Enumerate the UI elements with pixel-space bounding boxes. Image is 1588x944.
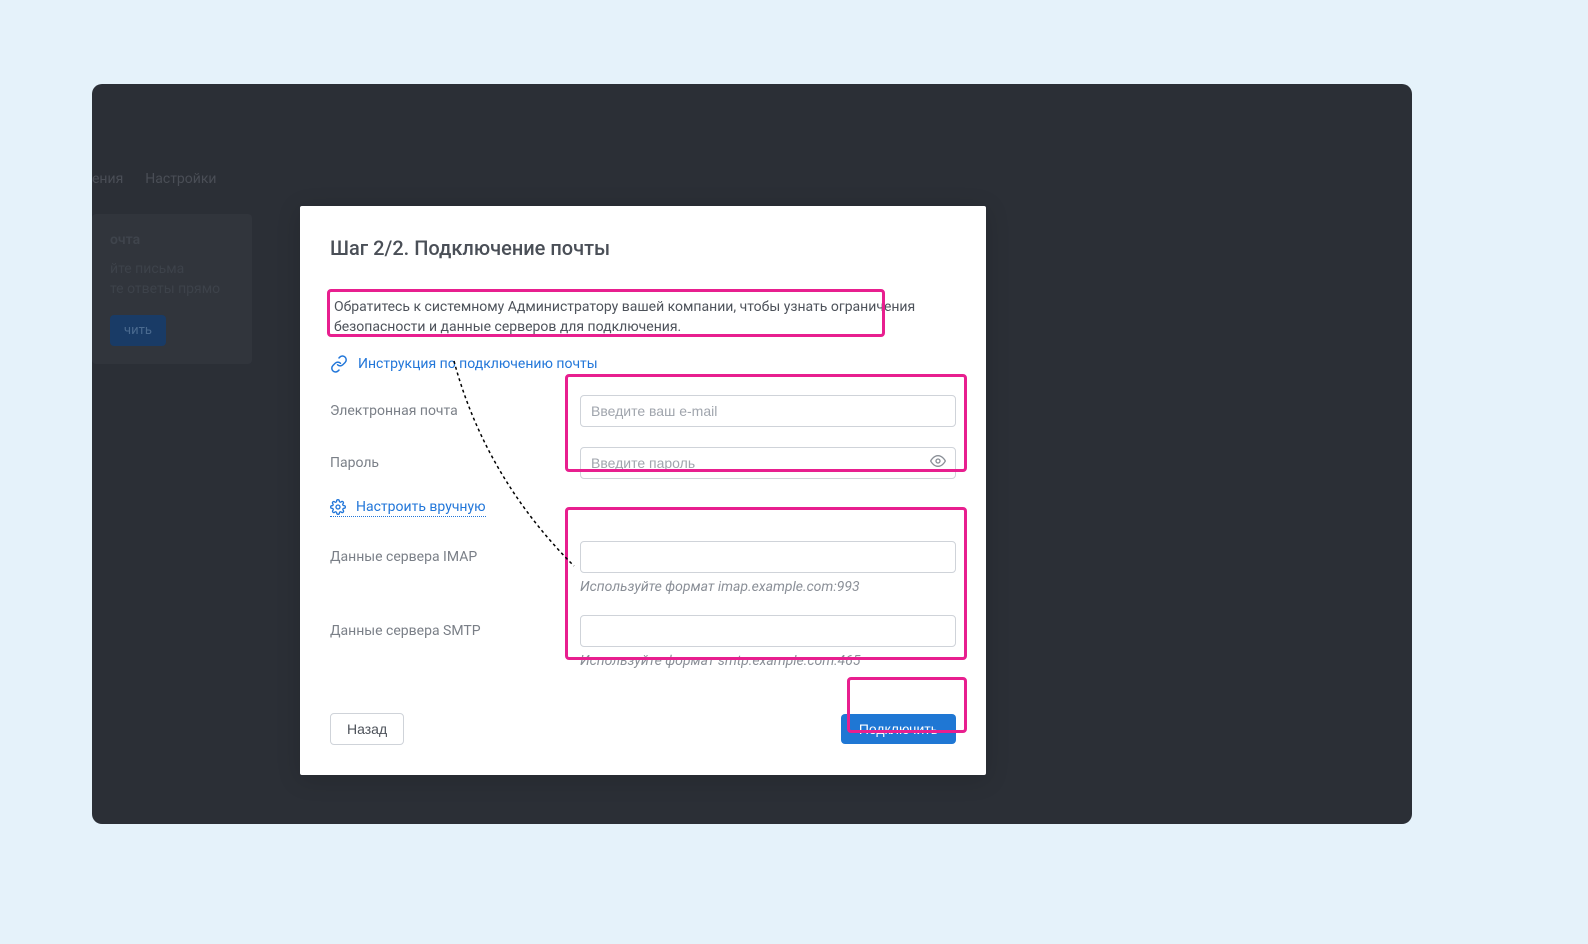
email-connect-modal: Шаг 2/2. Подключение почты Обратитесь к … bbox=[300, 206, 986, 775]
email-label: Электронная почта bbox=[330, 395, 560, 419]
smtp-input[interactable] bbox=[580, 615, 956, 647]
manual-settings-link[interactable]: Настроить вручную bbox=[330, 499, 486, 517]
bg-card-line1: йте письма bbox=[110, 260, 234, 280]
manual-link-label: Настроить вручную bbox=[356, 499, 486, 515]
eye-icon[interactable] bbox=[930, 453, 946, 473]
instruction-link[interactable]: Инструкция по подключению почты bbox=[330, 355, 598, 373]
imap-hint: Используйте формат imap.example.com:993 bbox=[580, 579, 956, 595]
nav-item-truncated: ения bbox=[92, 171, 123, 187]
connect-button[interactable]: Подключить bbox=[841, 714, 956, 744]
password-input[interactable] bbox=[580, 447, 956, 479]
instruction-link-label: Инструкция по подключению почты bbox=[358, 356, 598, 372]
background-nav: ения Настройки bbox=[92, 171, 217, 187]
modal-title: Шаг 2/2. Подключение почты bbox=[330, 236, 956, 260]
link-icon bbox=[330, 355, 348, 373]
bg-card-line2: те ответы прямо bbox=[110, 280, 234, 300]
background-card: очта йте письма те ответы прямо чить bbox=[92, 214, 252, 364]
smtp-label: Данные сервера SMTP bbox=[330, 615, 560, 639]
nav-item-settings: Настройки bbox=[145, 171, 216, 187]
email-input[interactable] bbox=[580, 395, 956, 427]
password-label: Пароль bbox=[330, 447, 560, 471]
gear-icon bbox=[330, 499, 346, 515]
imap-label: Данные сервера IMAP bbox=[330, 541, 560, 565]
bg-card-button: чить bbox=[110, 315, 166, 346]
back-button[interactable]: Назад bbox=[330, 713, 404, 745]
smtp-hint: Используйте формат smtp.example.com:465 bbox=[580, 653, 956, 669]
bg-card-title: очта bbox=[110, 232, 234, 248]
info-text: Обратитесь к системному Администратору в… bbox=[330, 294, 956, 341]
imap-input[interactable] bbox=[580, 541, 956, 573]
